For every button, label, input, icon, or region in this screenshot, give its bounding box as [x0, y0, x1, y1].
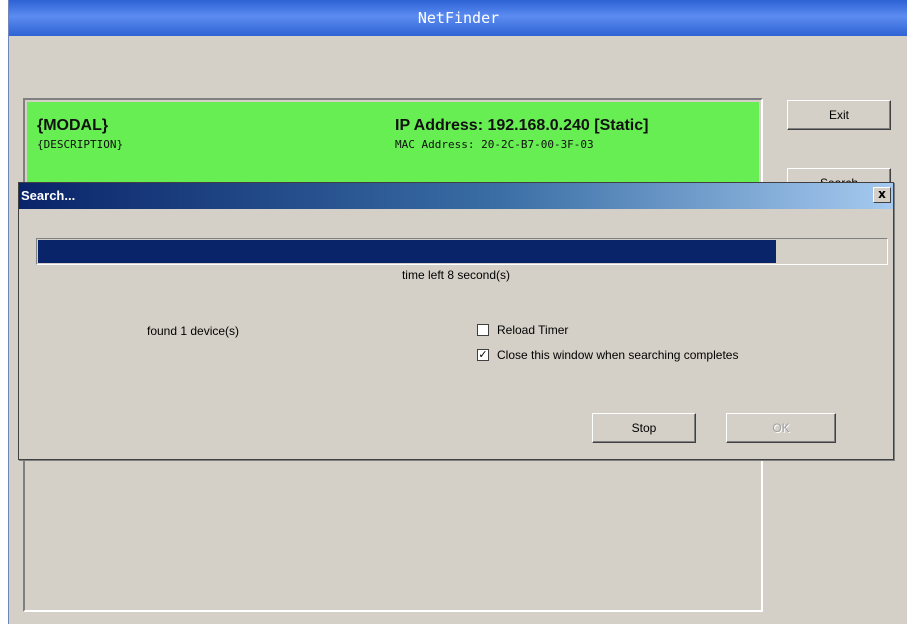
reload-timer-checkbox[interactable]	[477, 324, 489, 336]
window-title: NetFinder	[9, 0, 907, 36]
device-mac-address: MAC Address: 20-2C-B7-00-3F-03	[395, 138, 594, 151]
found-devices-text: found 1 device(s)	[147, 324, 240, 338]
dialog-titlebar[interactable]: Search... x	[19, 183, 893, 209]
close-when-complete-label: Close this window when searching complet…	[497, 348, 739, 362]
ok-button[interactable]: OK	[726, 413, 836, 443]
device-list-item[interactable]: {MODAL} {DESCRIPTION} IP Address: 192.16…	[27, 102, 759, 182]
progress-fill	[38, 240, 776, 263]
search-dialog: Search... x time left 8 second(s) found …	[18, 182, 894, 460]
search-progress-bar	[36, 238, 888, 265]
close-when-complete-checkbox[interactable]: ✓	[477, 349, 489, 361]
exit-button[interactable]: Exit	[787, 100, 891, 130]
device-model: {MODAL}	[37, 117, 109, 134]
stop-button[interactable]: Stop	[592, 413, 696, 443]
time-left-text: time left 8 second(s)	[401, 268, 511, 282]
device-ip-address: IP Address: 192.168.0.240 [Static]	[395, 117, 649, 134]
dialog-title: Search...	[21, 188, 76, 203]
reload-timer-label: Reload Timer	[497, 323, 569, 337]
close-icon[interactable]: x	[873, 187, 891, 203]
device-description: {DESCRIPTION}	[37, 138, 124, 151]
